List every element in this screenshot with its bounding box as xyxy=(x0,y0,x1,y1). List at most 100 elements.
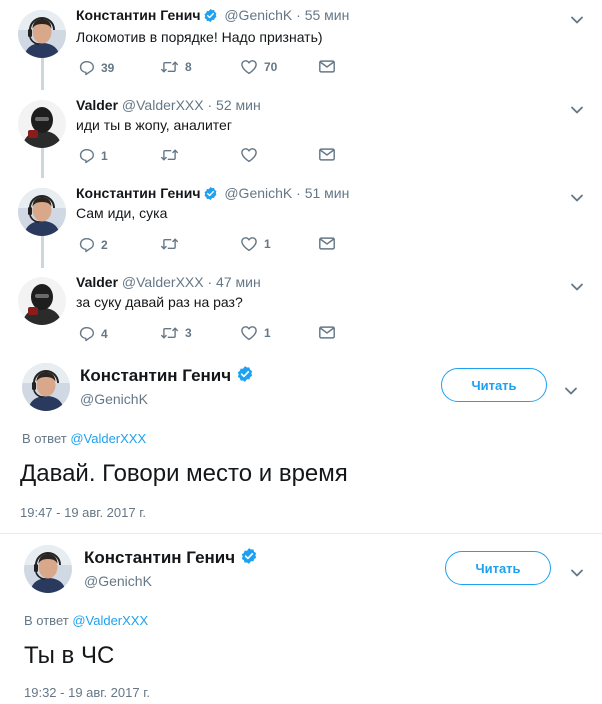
man-with-headset-avatar[interactable] xyxy=(18,10,66,58)
tweet-time[interactable]: 51 мин xyxy=(305,185,350,201)
tweet-time[interactable]: 52 мин xyxy=(216,97,261,113)
tweet-text: за суку давай раз на раз? xyxy=(76,294,243,310)
like-count: 1 xyxy=(264,237,271,251)
reply-button[interactable]: 39 xyxy=(78,59,114,76)
reply-button[interactable]: 2 xyxy=(78,236,108,253)
chevron-down-icon[interactable] xyxy=(570,190,584,200)
author-name[interactable]: Valder xyxy=(76,97,118,113)
man-with-headset-avatar[interactable] xyxy=(22,363,70,411)
reply-button[interactable]: 1 xyxy=(78,147,108,164)
like-button[interactable] xyxy=(240,147,264,163)
tweet-actions: 39 8 70 xyxy=(76,59,356,79)
like-button[interactable]: 1 xyxy=(240,325,271,341)
direct-message-button[interactable] xyxy=(318,236,336,251)
retweet-icon xyxy=(160,59,179,75)
reply-button[interactable]: 4 xyxy=(78,325,108,342)
reply-count: 2 xyxy=(101,237,108,252)
like-icon xyxy=(240,325,258,341)
chevron-down-icon[interactable] xyxy=(570,12,584,22)
tweet-time[interactable]: 55 мин xyxy=(305,7,350,23)
separator-dot: · xyxy=(207,97,213,113)
like-count: 1 xyxy=(264,326,271,340)
tweet-text: Давай. Говори место и время xyxy=(20,460,348,487)
author-name[interactable]: Valder xyxy=(76,274,118,290)
expanded-tweet: Константин Генич @GenichK Читать В ответ… xyxy=(0,535,602,704)
hooded-figure-avatar[interactable] xyxy=(18,100,66,148)
retweet-count: 8 xyxy=(185,60,192,74)
tweet-header: Константин Генич @GenichK · 51 мин xyxy=(76,184,349,205)
follow-button[interactable]: Читать xyxy=(441,368,547,402)
chevron-down-icon[interactable] xyxy=(570,102,584,112)
envelope-icon xyxy=(318,325,336,340)
tweet-actions: 1 xyxy=(76,147,356,167)
author-handle[interactable]: @ValderXXX xyxy=(122,274,204,290)
follow-button[interactable]: Читать xyxy=(445,551,551,585)
tweet-time[interactable]: 47 мин xyxy=(216,274,261,290)
verified-badge-icon xyxy=(203,8,218,27)
tweet-actions: 4 3 1 xyxy=(76,325,356,345)
retweet-icon xyxy=(160,147,179,163)
retweet-icon xyxy=(160,325,179,341)
direct-message-button[interactable] xyxy=(318,59,336,74)
tweet-text: Сам иди, сука xyxy=(76,205,168,221)
separator-dot: · xyxy=(296,185,301,201)
direct-message-button[interactable] xyxy=(318,147,336,162)
author-name-text: Константин Генич xyxy=(84,548,236,567)
retweet-button[interactable] xyxy=(160,236,185,252)
retweet-button[interactable]: 3 xyxy=(160,325,192,341)
separator-dot: · xyxy=(207,274,213,290)
reply-count: 39 xyxy=(101,60,115,75)
envelope-icon xyxy=(318,147,336,162)
tweet[interactable]: Константин Генич @GenichK · 55 мин Локом… xyxy=(0,6,602,84)
author-name[interactable]: Константин Генич xyxy=(76,7,200,23)
reply-to-handle-link[interactable]: @ValderXXX xyxy=(70,431,146,446)
author-handle[interactable]: @GenichK xyxy=(84,572,152,590)
separator-dot: · xyxy=(296,7,301,23)
like-button[interactable]: 1 xyxy=(240,236,271,252)
man-with-headset-avatar[interactable] xyxy=(18,188,66,236)
author-handle[interactable]: @GenichK xyxy=(224,185,292,201)
retweet-button[interactable] xyxy=(160,147,185,163)
tweet-actions: 2 1 xyxy=(76,236,356,256)
tweet-text: иди ты в жопу, аналитег xyxy=(76,117,232,133)
tweet[interactable]: Valder @ValderXXX · 52 мин иди ты в жопу… xyxy=(0,96,602,174)
envelope-icon xyxy=(318,59,336,74)
retweet-button[interactable]: 8 xyxy=(160,59,192,75)
reply-context: В ответ @ValderXXX xyxy=(22,431,146,446)
author-handle[interactable]: @ValderXXX xyxy=(122,97,204,113)
chevron-down-icon[interactable] xyxy=(564,383,578,393)
reply-count: 4 xyxy=(101,326,108,341)
man-with-headset-avatar[interactable] xyxy=(24,545,72,593)
author-handle[interactable]: @GenichK xyxy=(80,390,148,408)
tweet-header: Valder @ValderXXX · 52 мин xyxy=(76,96,261,114)
retweet-count: 3 xyxy=(185,326,192,340)
reply-icon xyxy=(78,325,95,342)
author-handle[interactable]: @GenichK xyxy=(224,7,292,23)
author-name[interactable]: Константин Генич xyxy=(76,185,200,201)
tweet[interactable]: Константин Генич @GenichK · 51 мин Сам и… xyxy=(0,184,602,262)
chevron-down-icon[interactable] xyxy=(570,565,584,575)
reply-count: 1 xyxy=(101,148,108,163)
author-name[interactable]: Константин Генич xyxy=(80,365,256,389)
like-icon xyxy=(240,59,258,75)
author-name-text: Константин Генич xyxy=(80,366,232,385)
tweet-text: Ты в ЧС xyxy=(24,642,115,669)
hooded-figure-avatar[interactable] xyxy=(18,277,66,325)
reply-context: В ответ @ValderXXX xyxy=(24,613,148,628)
tweet-timestamp[interactable]: 19:32 - 19 авг. 2017 г. xyxy=(24,685,150,700)
reply-to-handle-link[interactable]: @ValderXXX xyxy=(72,613,148,628)
reply-prefix: В ответ xyxy=(24,613,69,628)
reply-prefix: В ответ xyxy=(22,431,67,446)
chevron-down-icon[interactable] xyxy=(570,279,584,289)
tweet-timestamp[interactable]: 19:47 - 19 авг. 2017 г. xyxy=(20,505,146,520)
tweet-header: Valder @ValderXXX · 47 мин xyxy=(76,273,261,291)
tweet[interactable]: Valder @ValderXXX · 47 мин за суку давай… xyxy=(0,273,602,351)
author-name[interactable]: Константин Генич xyxy=(84,547,260,571)
verified-badge-icon xyxy=(236,365,254,389)
like-count: 70 xyxy=(264,60,278,74)
divider xyxy=(0,533,602,534)
tweet-text: Локомотив в порядке! Надо признать) xyxy=(76,29,323,45)
expanded-tweet: Константин Генич @GenichK Читать В ответ… xyxy=(0,355,602,535)
like-button[interactable]: 70 xyxy=(240,59,277,75)
direct-message-button[interactable] xyxy=(318,325,336,340)
